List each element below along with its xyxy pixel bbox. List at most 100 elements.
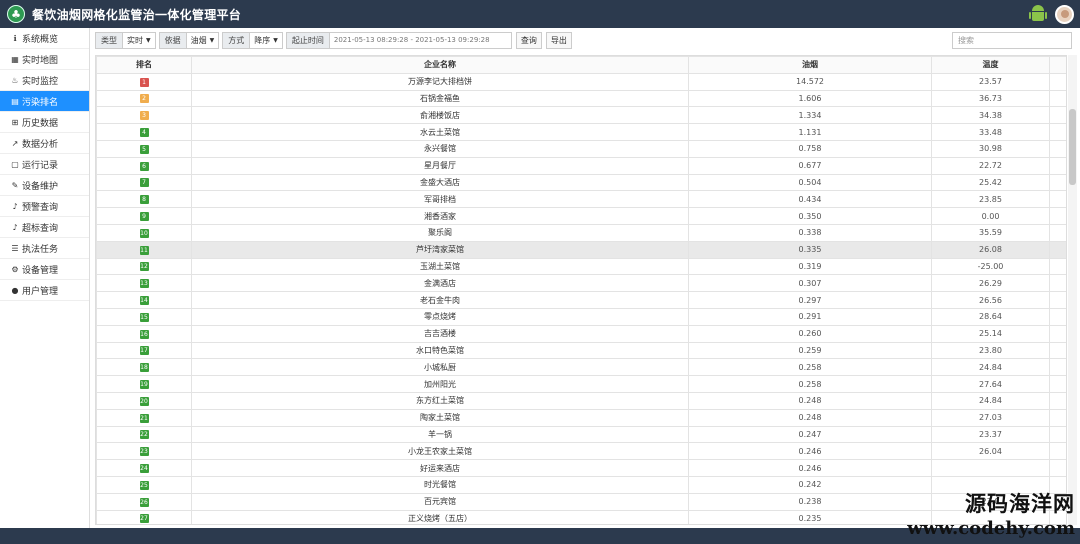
table-row[interactable]: 10 聚乐阁0.33835.5953.94	[96, 223, 1066, 242]
table-row[interactable]: 19 加州阳光0.25827.6473.09	[96, 375, 1066, 393]
company-name-cell: 时光餐馆	[191, 475, 689, 494]
table-row[interactable]: 24 好运来酒店 0.246	[96, 459, 1066, 477]
table-row[interactable]: 4 水云土菜馆1.13133.4834.60	[96, 123, 1066, 141]
humidity-cell: 78.43	[1049, 156, 1066, 175]
search-input[interactable]: 搜索	[952, 32, 1072, 49]
sidebar-item-maintenance[interactable]: ✎ 设备维护	[0, 175, 89, 196]
rank-cell: 19	[96, 375, 192, 393]
rank-badge: 5	[139, 144, 149, 154]
temperature-cell: 25.14	[931, 324, 1050, 343]
column-header[interactable]: 湿度	[1049, 56, 1066, 74]
type-select[interactable]: 实时 ▼	[123, 32, 156, 49]
company-name-cell: 星月餐厅	[191, 156, 689, 175]
rank-cell: 27	[96, 509, 192, 524]
scrollbar-thumb[interactable]	[1069, 109, 1076, 185]
sidebar-item-records[interactable]: ▢ 运行记录	[0, 154, 89, 175]
table-row[interactable]: 11 芦圩湾家菜馆0.33526.0869.29	[96, 240, 1066, 259]
table-row[interactable]: 8 军哥排档0.43423.8580.30	[96, 190, 1066, 209]
table-row[interactable]: 18 小城私厨0.25824.8471.21	[96, 358, 1066, 377]
table-body: 1 万源李记大排档饼14.57223.5782.46 2 石锅金福鱼1.60636.7…	[96, 72, 1066, 524]
sidebar-item-ranking[interactable]: ▤ 污染排名	[0, 91, 89, 112]
table-row[interactable]: 23 小龙王农家土菜馆0.24626.0465.71	[96, 442, 1066, 461]
oil-fume-cell: 0.297	[688, 291, 932, 309]
table-row[interactable]: 21 陶家土菜馆0.24827.0361.45	[96, 408, 1066, 427]
rank-badge: 17	[139, 346, 149, 356]
basis-select[interactable]: 油烟 ▼	[186, 32, 220, 49]
sidebar-item-monitor[interactable]: ♨ 实时监控	[0, 70, 89, 91]
sidebar-item-devices[interactable]: ⚙ 设备管理	[0, 259, 89, 280]
android-icon[interactable]	[1029, 4, 1047, 24]
sidebar-item-enforcement[interactable]: ☰ 执法任务	[0, 238, 89, 259]
thermometer-icon: ♨	[11, 75, 19, 85]
time-range-input[interactable]: 2021-05-13 08:29:28 - 2021-05-13 09:29:2…	[329, 32, 512, 49]
temperature-cell: 22.72	[931, 156, 1050, 175]
humidity-cell: 0.00	[1049, 257, 1066, 276]
table-row[interactable]: 9湘香酒家0.3500.000.00	[96, 207, 1066, 225]
sidebar-item-exceed[interactable]: ♪ 超标查询	[0, 217, 89, 238]
chevron-down-icon: ▼	[273, 37, 278, 44]
temperature-cell	[931, 459, 1050, 477]
temperature-cell: 27.03	[931, 408, 1050, 427]
rank-badge: 21	[139, 413, 149, 423]
table-row[interactable]: 14 老石金牛肉0.29726.5665.63	[96, 291, 1066, 309]
sidebar-item-label: 历史数据	[22, 118, 59, 129]
rank-cell: 9	[96, 207, 192, 225]
humidity-cell: 65.63	[1049, 291, 1066, 309]
table-row[interactable]: 17 水口特色菜馆0.25923.8081.53	[96, 341, 1066, 360]
company-name-cell: 百元宾馆	[191, 492, 689, 511]
table-row[interactable]: 16 吉吉酒楼0.26025.1473.76	[96, 324, 1066, 343]
company-name-cell: 东方红土菜馆	[191, 391, 689, 410]
sidebar-item-history[interactable]: ⊞ 历史数据	[0, 112, 89, 133]
rank-badge: 6	[139, 161, 149, 171]
avatar[interactable]	[1055, 4, 1074, 24]
column-header[interactable]: 企业名称	[191, 56, 689, 74]
table-row[interactable]: 22 羊一锅0.24723.3782.60	[96, 425, 1066, 444]
basis-label: 依据	[158, 32, 187, 49]
table-row[interactable]: 20 东方红土菜馆0.24824.8476.35	[96, 391, 1066, 410]
rank-badge: 25	[139, 480, 149, 490]
sidebar: ℹ 系统概览 ▦ 实时地图 ♨ 实时监控 ▤ 污染排名 ⊞ 历史数据 ↗ 数据分析 ▢ 运行记…	[0, 28, 90, 528]
table-row[interactable]: 7 金盛大酒店0.50425.4272.28	[96, 173, 1066, 192]
rank-badge: 12	[139, 262, 149, 272]
watermark: 源码海洋网 www.codehy.com	[907, 488, 1075, 539]
rank-cell: 4	[96, 123, 192, 141]
column-header[interactable]: 油烟	[688, 56, 932, 74]
sidebar-item-overview[interactable]: ℹ 系统概览	[0, 28, 89, 49]
rank-cell: 5	[96, 139, 192, 158]
oil-fume-cell: 1.606	[688, 89, 932, 108]
humidity-cell: 73.76	[1049, 324, 1066, 343]
temperature-cell: -25.00	[931, 257, 1050, 276]
table-header-row: 排名 企业名称 油烟 温度 湿度	[96, 56, 1066, 74]
sidebar-item-alerts[interactable]: ♪ 预警查询	[0, 196, 89, 217]
company-name-cell: 湘香酒家	[191, 207, 689, 225]
rank-badge: 18	[139, 363, 149, 373]
scrollbar[interactable]	[1068, 55, 1077, 525]
temperature-cell: 26.08	[931, 240, 1050, 259]
company-name-cell: 金盛大酒店	[191, 173, 689, 192]
table-row[interactable]: 13 金满酒店0.30726.2971.99	[96, 274, 1066, 293]
sidebar-item-label: 数据分析	[22, 139, 59, 150]
sidebar-item-label: 设备维护	[22, 181, 59, 192]
query-button[interactable]: 查询	[515, 32, 542, 49]
humidity-cell: 80.30	[1049, 190, 1066, 209]
table-row[interactable]: 15 零点烧烤0.29128.6450.57	[96, 307, 1066, 326]
gear-icon: ⚙	[11, 264, 19, 274]
temperature-cell: 23.37	[931, 425, 1050, 444]
column-header[interactable]: 温度	[931, 56, 1050, 74]
table-row[interactable]: 1 万源李记大排档饼14.57223.5782.46	[96, 72, 1066, 91]
table-row[interactable]: 3 俞湘楼饭店1.33434.3830.91	[96, 106, 1066, 125]
sidebar-item-users[interactable]: ● 用户管理	[0, 280, 89, 301]
sidebar-item-map[interactable]: ▦ 实时地图	[0, 49, 89, 70]
rank-badge: 8	[139, 195, 149, 205]
table-row[interactable]: 12 玉湖土菜馆0.319-25.000.00	[96, 257, 1066, 276]
table-row[interactable]: 2 石锅金福鱼1.60636.7344.63	[96, 89, 1066, 108]
table-row[interactable]: 6 星月餐厅0.67722.7278.43	[96, 156, 1066, 175]
rank-badge: 7	[139, 178, 149, 188]
humidity-cell: 61.45	[1049, 408, 1066, 427]
column-header[interactable]: 排名	[96, 56, 192, 74]
sidebar-item-analysis[interactable]: ↗ 数据分析	[0, 133, 89, 154]
mode-select[interactable]: 降序 ▼	[250, 32, 283, 49]
table-row[interactable]: 5 永兴餐馆0.75830.9872.71	[96, 139, 1066, 158]
rank-cell: 8	[96, 190, 192, 209]
export-button[interactable]: 导出	[545, 32, 572, 49]
